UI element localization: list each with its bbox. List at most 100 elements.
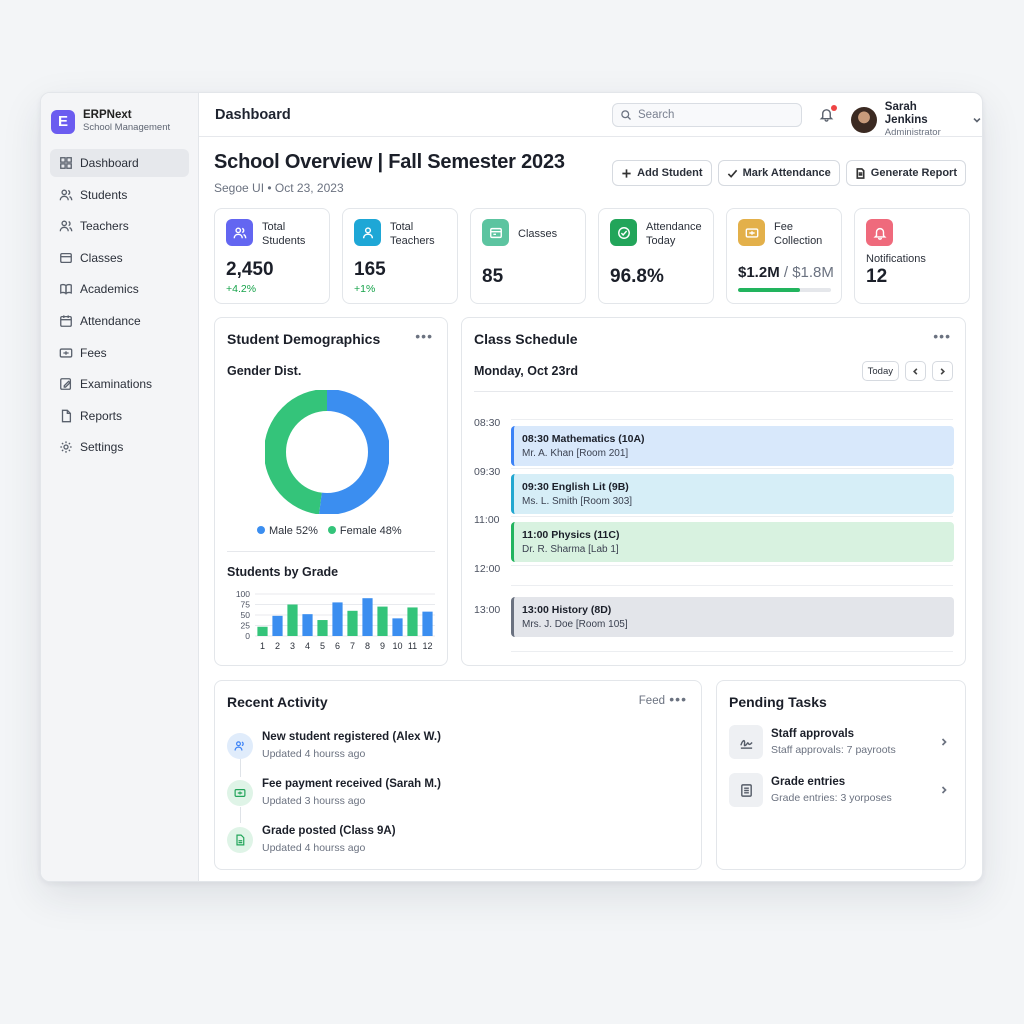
user-name: Sarah Jenkins xyxy=(884,101,928,126)
stat-label: Total Students xyxy=(262,221,306,247)
y-tick-label: 25 xyxy=(241,621,251,631)
more-options-icon[interactable]: ••• xyxy=(669,691,687,707)
schedule-event[interactable]: 13:00 History (8D) Mrs. J. Doe [Room 105… xyxy=(511,597,954,637)
notification-bell[interactable] xyxy=(819,105,837,123)
page-subtitle: Segoe UI • Oct 23, 2023 xyxy=(214,181,344,195)
sidebar-item-fees[interactable]: Fees xyxy=(50,339,189,367)
stat-value: 85 xyxy=(482,266,504,287)
x-tick-label: 9 xyxy=(380,641,385,651)
sidebar-item-academics[interactable]: Academics xyxy=(50,275,189,303)
cash-icon xyxy=(738,219,765,246)
sidebar-item-students[interactable]: Students xyxy=(50,181,189,209)
file-icon xyxy=(61,409,72,423)
gender-donut-chart xyxy=(265,390,389,514)
legend-label: Male 52% xyxy=(269,525,318,537)
stat-card-notifications[interactable]: Notifications 12 xyxy=(854,208,970,304)
check-circle-icon xyxy=(610,219,637,246)
stat-card-attendance[interactable]: Attendance Today 96.8% xyxy=(598,208,714,304)
event-title: 08:30 Mathematics (10A) xyxy=(522,433,645,445)
activity-time: Updated 4 hourss ago xyxy=(262,748,366,760)
stat-label: Classes xyxy=(518,228,558,240)
search-box[interactable] xyxy=(612,103,802,127)
bar-grade-11 xyxy=(407,607,418,636)
sidebar-item-classes[interactable]: Classes xyxy=(50,244,189,272)
event-detail: Mr. A. Khan [Room 201] xyxy=(522,448,629,459)
stat-card-students[interactable]: Total Students 2,450 +4.2% xyxy=(214,208,330,304)
feed-link[interactable]: Feed xyxy=(639,695,665,707)
user-icon xyxy=(354,219,381,246)
add-student-label: Add Student xyxy=(637,167,703,179)
bar-grade-4 xyxy=(302,614,313,636)
search-input[interactable] xyxy=(638,109,788,121)
x-tick-label: 7 xyxy=(350,641,355,651)
divider xyxy=(474,391,953,392)
edit-icon xyxy=(60,378,72,391)
sidebar-item-label: Classes xyxy=(80,250,123,265)
stat-card-fees[interactable]: Fee Collection $1.2M / $1.8M xyxy=(726,208,842,304)
page-actions: Add Student Mark Attendance Generate Rep… xyxy=(612,160,966,186)
bar-grade-7 xyxy=(347,610,358,636)
today-button[interactable]: Today xyxy=(861,361,899,381)
schedule-event[interactable]: 09:30 English Lit (9B) Ms. L. Smith [Roo… xyxy=(511,474,954,514)
generate-report-button[interactable]: Generate Report xyxy=(845,160,966,186)
brand-subtitle: School Management xyxy=(83,122,171,133)
event-detail: Ms. L. Smith [Room 303] xyxy=(522,496,633,507)
brand-logo: E xyxy=(51,109,75,134)
sidebar-item-settings[interactable]: Settings xyxy=(50,433,189,461)
users-icon xyxy=(59,189,73,200)
timeline-connector xyxy=(240,807,241,823)
task-item-staff-approvals[interactable]: Staff approvals Staff approvals: 7 payro… xyxy=(729,725,953,759)
time-label: 11:00 xyxy=(474,514,500,526)
sidebar-item-examinations[interactable]: Examinations xyxy=(50,370,189,398)
avatar xyxy=(851,107,877,133)
sidebar-item-reports[interactable]: Reports xyxy=(50,402,189,430)
sidebar-item-teachers[interactable]: Teachers xyxy=(50,212,189,240)
mark-attendance-button[interactable]: Mark Attendance xyxy=(717,160,840,186)
document-icon xyxy=(227,827,253,853)
sidebar-item-label: Examinations xyxy=(80,377,153,392)
pending-tasks-card: Pending Tasks Staff approvals Staff appr… xyxy=(716,680,966,870)
gender-chart-title: Gender Dist. xyxy=(227,364,302,378)
hour-line xyxy=(511,516,953,517)
task-subtitle: Grade entries: 3 yorposes xyxy=(771,792,892,804)
document-icon xyxy=(856,167,865,179)
activity-item[interactable]: Fee payment received (Sarah M.) Updated … xyxy=(227,777,441,808)
x-tick-label: 5 xyxy=(320,641,325,651)
sidebar-item-dashboard[interactable]: Dashboard xyxy=(50,149,189,177)
hour-line xyxy=(511,419,953,420)
students-by-grade-chart: 10075502501 2 3 4 5 6 7 8 9 10 11 12 xyxy=(236,589,435,651)
more-options-icon[interactable]: ••• xyxy=(933,328,951,344)
notification-dot xyxy=(831,105,837,111)
hour-line xyxy=(511,468,953,469)
more-options-icon[interactable]: ••• xyxy=(415,328,433,344)
user-menu[interactable]: Sarah Jenkins Administrator xyxy=(851,101,982,139)
brand[interactable]: E ERPNext School Management xyxy=(41,93,198,139)
schedule-event[interactable]: 11:00 Physics (11C) Dr. R. Sharma [Lab 1… xyxy=(511,522,954,562)
x-tick-label: 8 xyxy=(365,641,370,651)
stat-card-teachers[interactable]: Total Teachers 165 +1% xyxy=(342,208,458,304)
recent-activity-card: Recent Activity Feed ••• New student reg… xyxy=(214,680,702,870)
legend-male: Male 52% xyxy=(257,525,318,537)
prev-day-button[interactable] xyxy=(905,361,926,381)
bar-grade-1 xyxy=(257,626,268,636)
page-header: School Overview | Fall Semester 2023 Seg… xyxy=(214,151,565,195)
timeline-connector xyxy=(240,759,241,777)
chevron-right-icon xyxy=(941,786,947,794)
activity-item[interactable]: New student registered (Alex W.) Updated… xyxy=(227,730,441,761)
task-title: Grade entries xyxy=(771,776,846,788)
sidebar-item-attendance[interactable]: Attendance xyxy=(50,307,189,335)
activity-item[interactable]: Grade posted (Class 9A) Updated 4 hourss… xyxy=(227,824,396,855)
user-role: Administrator xyxy=(884,127,941,138)
hour-line xyxy=(511,651,953,652)
add-student-button[interactable]: Add Student xyxy=(612,160,712,186)
stat-value: 96.8% xyxy=(610,266,664,287)
bar-grade-12 xyxy=(422,611,433,636)
next-day-button[interactable] xyxy=(932,361,953,381)
stat-card-classes[interactable]: Classes 85 xyxy=(470,208,586,304)
y-tick-label: 75 xyxy=(241,600,251,610)
task-item-grade-entries[interactable]: Grade entries Grade entries: 3 yorposes xyxy=(729,773,953,807)
schedule-event[interactable]: 08:30 Mathematics (10A) Mr. A. Khan [Roo… xyxy=(511,426,954,466)
event-detail: Dr. R. Sharma [Lab 1] xyxy=(522,544,619,555)
x-tick-label: 4 xyxy=(305,641,310,651)
activity-title: New student registered (Alex W.) xyxy=(262,731,441,743)
